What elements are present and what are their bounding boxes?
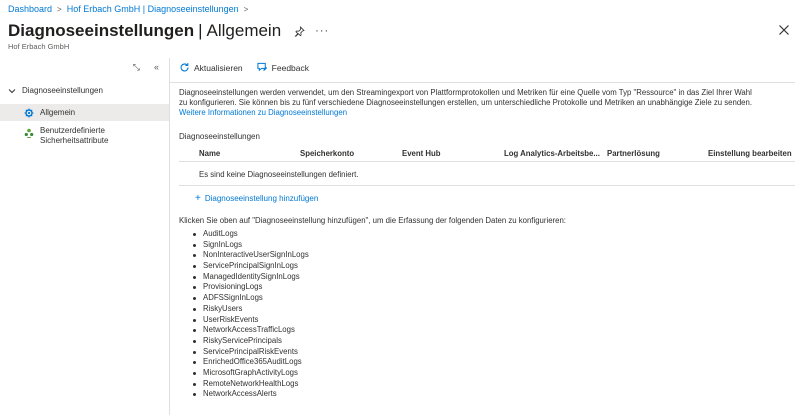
chevron-right-icon: >: [57, 4, 62, 14]
section-label: Diagnoseeinstellungen: [179, 132, 260, 141]
page-subtitle: Allgemein: [206, 21, 282, 40]
users-icon: [24, 128, 34, 138]
list-item: UserRiskEvents: [193, 315, 309, 326]
pin-icon[interactable]: [293, 25, 305, 37]
feedback-icon: [257, 62, 267, 72]
breadcrumb: Dashboard > Hof Erbach GmbH | Diagnoseei…: [8, 3, 253, 15]
command-bar-divider: [170, 82, 795, 83]
command-bar: Aktualisieren Feedback: [179, 62, 309, 73]
column-header-event-hub[interactable]: Event Hub: [402, 149, 441, 158]
intro-text: Klicken Sie oben auf "Diagnoseeinstellun…: [179, 216, 566, 225]
add-diagnostic-setting-link[interactable]: + Diagnoseeinstellung hinzufügen: [195, 193, 318, 204]
more-options-icon[interactable]: ···: [315, 25, 329, 37]
plus-icon: +: [195, 193, 201, 204]
sidebar-group-label: Diagnoseeinstellungen: [22, 86, 103, 95]
learn-more-link[interactable]: Weitere Informationen zu Diagnoseeinstel…: [179, 108, 347, 117]
list-item: RemoteNetworkHealthLogs: [193, 379, 309, 390]
page-title: Diagnoseeinstellungen: [8, 21, 195, 40]
column-header-log-analytics[interactable]: Log Analytics-Arbeitsbe...: [504, 149, 600, 158]
list-item: ProvisioningLogs: [193, 282, 309, 293]
sidebar-item-custom-security-attributes[interactable]: Benutzerdefinierte Sicherheitsattribute: [0, 126, 169, 146]
sidebar: ⤡ « Diagnoseeinstellungen Allgemein Benu…: [0, 58, 170, 415]
expand-icon[interactable]: ⤡: [133, 62, 140, 73]
collapse-sidebar-icon[interactable]: «: [154, 62, 159, 73]
list-item: AuditLogs: [193, 229, 309, 240]
chevron-right-icon: >: [243, 4, 249, 14]
sidebar-item-label: Allgemein: [40, 108, 76, 117]
chevron-down-icon: [8, 88, 16, 93]
sidebar-group-diagnostic-settings[interactable]: Diagnoseeinstellungen: [8, 86, 103, 95]
page-header: Diagnoseeinstellungen | Allgemein ···: [8, 19, 329, 43]
description: Diagnoseeinstellungen werden verwendet, …: [179, 88, 752, 117]
gear-icon: [24, 108, 34, 117]
feedback-button[interactable]: Feedback: [257, 62, 309, 73]
column-header-storage-account[interactable]: Speicherkonto: [300, 149, 354, 158]
column-header-name[interactable]: Name: [199, 149, 220, 158]
list-item: EnrichedOffice365AuditLogs: [193, 357, 309, 368]
list-item: RiskyUsers: [193, 304, 309, 315]
list-item: ManagedIdentitySignInLogs: [193, 272, 309, 283]
sidebar-item-label: Benutzerdefinierte Sicherheitsattribute: [40, 126, 109, 145]
list-item: NetworkAccessTrafficLogs: [193, 325, 309, 336]
column-header-edit-setting[interactable]: Einstellung bearbeiten: [708, 149, 792, 158]
empty-message: Es sind keine Diagnoseeinstellungen defi…: [199, 170, 359, 179]
sidebar-item-general[interactable]: Allgemein: [0, 104, 169, 121]
refresh-button[interactable]: Aktualisieren: [179, 62, 243, 73]
title-separator: |: [198, 21, 203, 40]
close-icon[interactable]: [778, 24, 790, 36]
breadcrumb-dashboard[interactable]: Dashboard: [8, 4, 52, 14]
log-category-list: AuditLogs SignInLogs NonInteractiveUserS…: [193, 229, 309, 400]
breadcrumb-diagnostic-settings[interactable]: Hof Erbach GmbH | Diagnoseeinstellungen: [67, 4, 239, 14]
list-item: ServicePrincipalSignInLogs: [193, 261, 309, 272]
table-header: Name Speicherkonto Event Hub Log Analyti…: [179, 146, 795, 162]
list-item: NetworkAccessAlerts: [193, 389, 309, 400]
list-item: ServicePrincipalRiskEvents: [193, 347, 309, 358]
table-row: Es sind keine Diagnoseeinstellungen defi…: [179, 164, 795, 186]
sidebar-tools: ⤡ «: [133, 62, 159, 73]
list-item: ADFSSignInLogs: [193, 293, 309, 304]
list-item: NonInteractiveUserSignInLogs: [193, 250, 309, 261]
column-header-partner-solution[interactable]: Partnerlösung: [607, 149, 660, 158]
resource-name: Hof Erbach GmbH: [8, 42, 70, 51]
list-item: RiskyServicePrincipals: [193, 336, 309, 347]
list-item: MicrosoftGraphActivityLogs: [193, 368, 309, 379]
refresh-icon: [180, 63, 189, 72]
list-item: SignInLogs: [193, 240, 309, 251]
